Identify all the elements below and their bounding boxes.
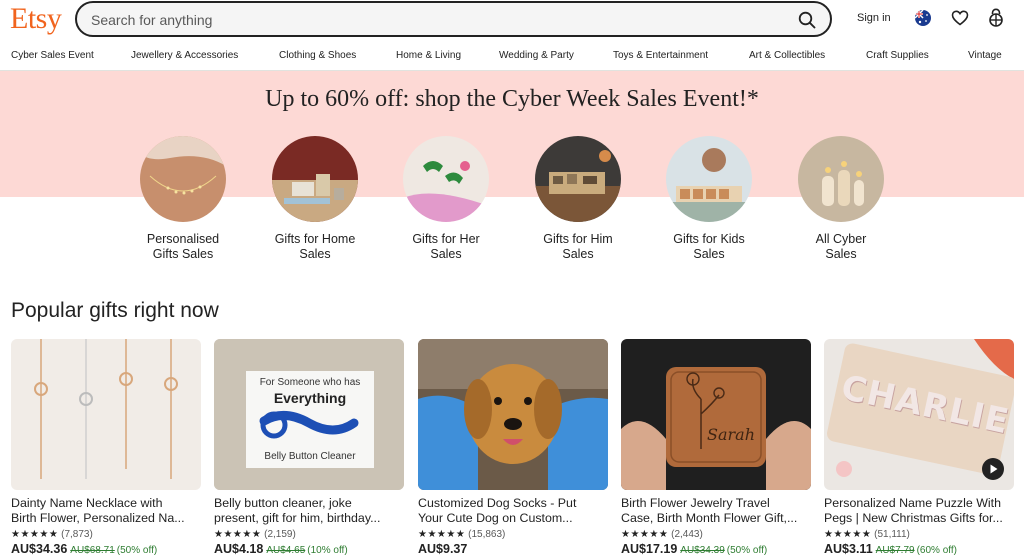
product-image[interactable]: For Someone who has Everything Belly But… xyxy=(214,339,404,490)
nav-item-craft[interactable]: Craft Supplies xyxy=(866,50,929,61)
original-price: AU$4.65 xyxy=(266,545,306,556)
star-rating-icon: ★★★★★ xyxy=(214,529,262,540)
category-label: Gifts Sales xyxy=(152,247,214,261)
category-nav: Cyber Sales Event Jewellery & Accessorie… xyxy=(0,40,1024,71)
image-text: For Someone who has xyxy=(259,377,361,388)
category-all-cyber[interactable]: All Cyber Sales xyxy=(781,136,901,262)
nav-item-art[interactable]: Art & Collectibles xyxy=(749,50,825,61)
image-text: Everything xyxy=(273,390,347,406)
favorites-heart-icon[interactable] xyxy=(951,9,969,27)
original-price: AU$34.39 xyxy=(680,545,725,556)
category-image[interactable] xyxy=(272,136,358,222)
category-image[interactable] xyxy=(666,136,752,222)
play-video-button[interactable] xyxy=(982,458,1004,480)
product-card[interactable]: CHARLIE Personalized Name Puzzle With Peg… xyxy=(824,339,1014,556)
sign-in-link[interactable]: Sign in xyxy=(857,12,891,24)
search-icon[interactable] xyxy=(798,11,816,29)
category-image[interactable] xyxy=(140,136,226,222)
category-image[interactable] xyxy=(535,136,621,222)
product-title[interactable]: Customized Dog Socks - Put xyxy=(418,496,608,511)
price: AU$17.19 xyxy=(621,542,678,556)
category-label: Sales xyxy=(693,247,725,261)
product-title[interactable]: Belly button cleaner, joke xyxy=(214,496,404,511)
discount: (50% off) xyxy=(116,545,158,556)
original-price: AU$68.71 xyxy=(70,545,115,556)
original-price: AU$7.79 xyxy=(875,545,915,556)
category-label: Gifts for Home xyxy=(274,232,356,246)
product-title[interactable]: Dainty Name Necklace with xyxy=(11,496,201,511)
nav-item-jewellery[interactable]: Jewellery & Accessories xyxy=(131,50,238,61)
product-title[interactable]: present, gift for him, birthday... xyxy=(214,511,404,526)
discount: (10% off) xyxy=(307,545,348,556)
category-home[interactable]: Gifts for Home Sales xyxy=(255,136,375,262)
nav-item-cyber-sales[interactable]: Cyber Sales Event xyxy=(11,50,94,61)
discount: (60% off) xyxy=(916,545,957,556)
nav-item-wedding[interactable]: Wedding & Party xyxy=(499,50,574,61)
product-title[interactable]: Pegs | New Christmas Gifts for... xyxy=(824,511,1014,526)
star-rating-icon: ★★★★★ xyxy=(621,529,669,540)
search-input[interactable] xyxy=(91,10,781,30)
product-card[interactable]: Sarah Birth Flower Jewelry Travel Case, B… xyxy=(621,339,811,556)
nav-item-clothing[interactable]: Clothing & Shoes xyxy=(279,50,356,61)
product-image[interactable]: CHARLIE xyxy=(824,339,1014,490)
discount: (50% off) xyxy=(726,545,768,556)
category-kids[interactable]: Gifts for Kids Sales xyxy=(649,136,769,262)
review-count: (2,443) xyxy=(671,529,703,540)
category-her[interactable]: Gifts for Her Sales xyxy=(386,136,506,262)
review-count: (15,863) xyxy=(468,529,506,540)
price: AU$3.11 xyxy=(824,542,873,556)
category-label: Sales xyxy=(562,247,594,261)
category-label: Gifts for Kids xyxy=(673,232,745,246)
product-image[interactable] xyxy=(11,339,201,490)
play-icon xyxy=(990,464,998,474)
product-title[interactable]: Birth Flower, Personalized Na... xyxy=(11,511,201,526)
review-count: (2,159) xyxy=(264,529,296,540)
star-rating-icon: ★★★★★ xyxy=(418,529,466,540)
price: AU$4.18 xyxy=(214,542,264,556)
product-title[interactable]: Personalized Name Puzzle With xyxy=(824,496,1014,511)
product-image[interactable] xyxy=(418,339,608,490)
banner-title[interactable]: Up to 60% off: shop the Cyber Week Sales… xyxy=(0,86,1024,113)
product-card[interactable]: Dainty Name Necklace with Birth Flower, P… xyxy=(11,339,201,556)
etsy-logo[interactable]: Etsy xyxy=(10,2,62,36)
price: AU$9.37 xyxy=(418,542,468,556)
review-count: (7,873) xyxy=(61,529,93,540)
product-title[interactable]: Birth Flower Jewelry Travel xyxy=(621,496,811,511)
category-label: Gifts for Her xyxy=(412,232,480,246)
header: Etsy Sign in xyxy=(0,0,1024,40)
category-label: Sales xyxy=(430,247,462,261)
image-text: Belly Button Cleaner xyxy=(264,451,356,462)
nav-item-home-living[interactable]: Home & Living xyxy=(396,50,461,61)
nav-item-toys[interactable]: Toys & Entertainment xyxy=(613,50,708,61)
category-label: Sales xyxy=(299,247,331,261)
product-image[interactable]: Sarah xyxy=(621,339,811,490)
image-text: Sarah xyxy=(707,425,755,444)
price: AU$34.36 xyxy=(11,542,68,556)
product-card[interactable]: For Someone who has Everything Belly But… xyxy=(214,339,404,556)
product-title[interactable]: Your Cute Dog on Custom... xyxy=(418,511,608,526)
category-label: Personalised xyxy=(146,232,220,246)
shopping-cart-icon[interactable] xyxy=(987,8,1005,27)
star-rating-icon: ★★★★★ xyxy=(824,529,872,540)
section-title: Popular gifts right now xyxy=(11,299,219,322)
product-title[interactable]: Case, Birth Month Flower Gift,... xyxy=(621,511,811,526)
category-image[interactable] xyxy=(403,136,489,222)
category-image[interactable] xyxy=(798,136,884,222)
category-label: All Cyber xyxy=(815,232,867,246)
australia-flag-icon[interactable] xyxy=(915,10,931,26)
product-card[interactable]: Customized Dog Socks - Put Your Cute Dog … xyxy=(418,339,608,556)
nav-item-vintage[interactable]: Vintage xyxy=(968,50,1002,61)
category-personalised[interactable]: Personalised Gifts Sales xyxy=(123,136,243,262)
category-label: Sales xyxy=(825,247,857,261)
star-rating-icon: ★★★★★ xyxy=(11,529,59,540)
category-him[interactable]: Gifts for Him Sales xyxy=(518,136,638,262)
category-label: Gifts for Him xyxy=(543,232,613,246)
review-count: (51,111) xyxy=(874,529,910,540)
search-bar[interactable] xyxy=(75,1,832,37)
